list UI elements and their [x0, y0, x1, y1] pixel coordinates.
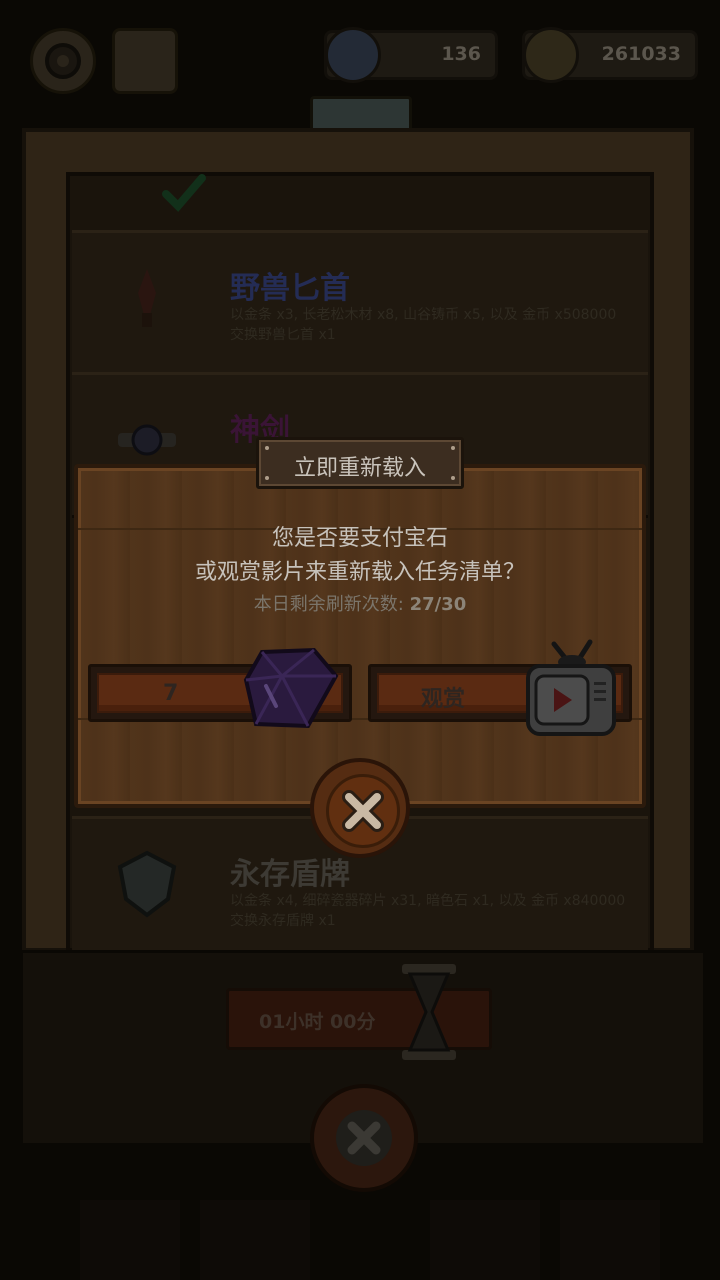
dagger-icon — [138, 269, 156, 327]
panel-close-button[interactable] — [310, 1084, 418, 1192]
close-icon — [336, 1110, 392, 1166]
settings-gear-icon[interactable] — [30, 28, 96, 94]
bottom-nav-item[interactable] — [430, 1200, 540, 1280]
checkmark-icon — [162, 174, 206, 212]
close-icon — [342, 790, 384, 832]
dialog-title: 立即重新载入 — [293, 456, 426, 481]
close-button-ring — [326, 774, 400, 848]
gem-icon — [243, 647, 339, 729]
refresh-count-label: 本日剩余刷新次数: — [253, 594, 410, 615]
pay-gems-cost: 7 — [163, 681, 179, 706]
shield-icon — [117, 850, 177, 918]
bottom-nav-item[interactable] — [80, 1200, 180, 1280]
item-name: 野兽匕首 — [230, 271, 350, 306]
watch-video-label: 观赏 — [421, 687, 466, 712]
refresh-count-line: 本日剩余刷新次数: 27/30 — [74, 590, 646, 616]
dialog-question-line1: 您是否要支付宝石 — [271, 526, 448, 551]
coin-counter[interactable]: 261033 — [522, 27, 698, 83]
reload-dialog — [74, 464, 646, 808]
dialog-close-button[interactable] — [310, 758, 410, 858]
refresh-count-value: 27/30 — [409, 594, 467, 615]
book-icon[interactable] — [112, 28, 178, 94]
gem-counter-value: 136 — [441, 43, 481, 65]
timer-text: 01小时 00分 — [259, 1011, 376, 1033]
item-description: 以金条 x3, 长老松木材 x8, 山谷铸币 x5, 以及 金币 x508000… — [230, 307, 617, 343]
bottom-nav-item[interactable] — [200, 1200, 310, 1280]
bottom-nav-item[interactable] — [560, 1200, 660, 1280]
coin-icon — [523, 27, 579, 83]
item-name: 永存盾牌 — [230, 857, 350, 892]
hourglass-icon — [402, 964, 456, 1060]
dialog-title-plate: 立即重新载入 — [256, 437, 464, 489]
tv-play-icon — [526, 639, 616, 736]
list-item[interactable]: 野兽匕首 以金条 x3, 长老松木材 x8, 山谷铸币 x5, 以及 金币 x5… — [72, 230, 648, 376]
gem-counter[interactable]: 136 — [324, 27, 498, 83]
item-description: 以金条 x4, 细碎瓷器碎片 x31, 暗色石 x1, 以及 金币 x84000… — [230, 893, 626, 929]
dialog-question-line2: 或观赏影片来重新载入任务清单？ — [194, 560, 525, 585]
gem-counter-icon — [325, 27, 381, 83]
coin-counter-value: 261033 — [601, 43, 681, 65]
